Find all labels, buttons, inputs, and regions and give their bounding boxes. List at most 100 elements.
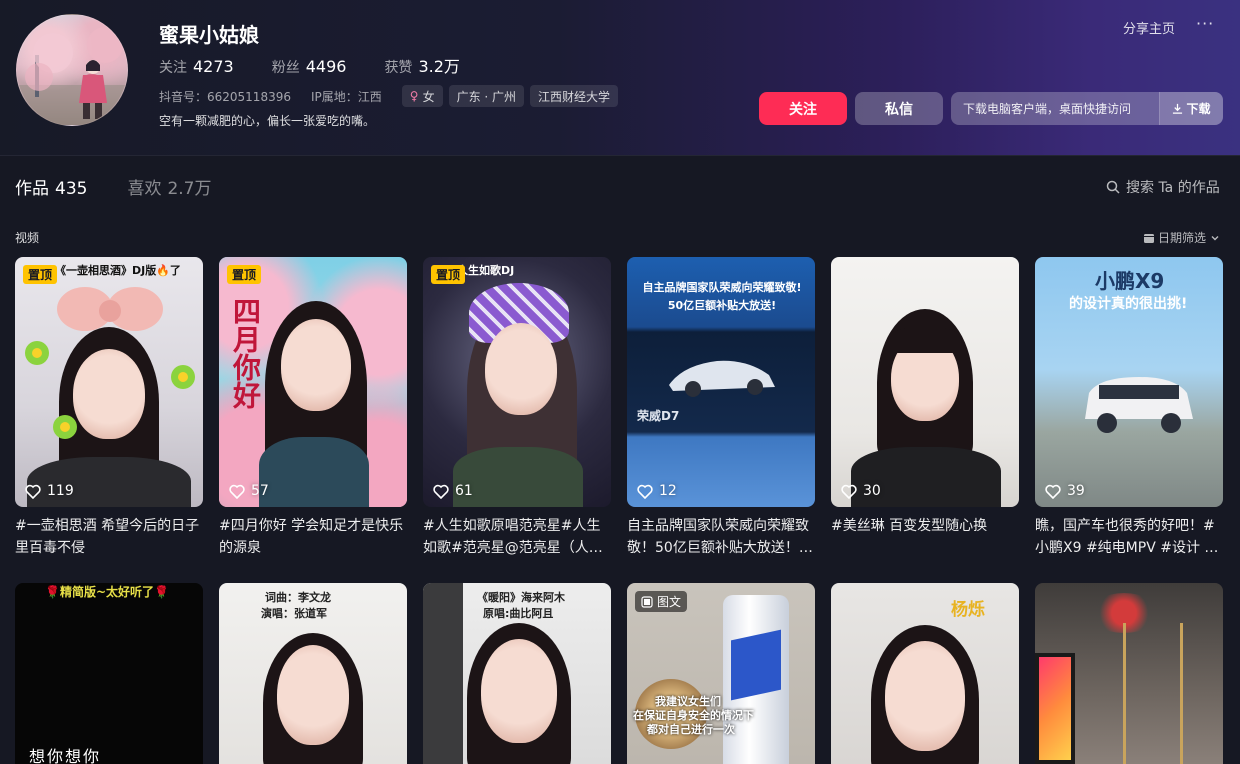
pinned-badge: 置顶 xyxy=(23,265,58,284)
follow-button[interactable]: 关注 xyxy=(759,92,847,125)
video-thumbnail[interactable]: 四月你好 置顶 57 xyxy=(219,257,407,507)
video-caption[interactable]: 瞧，国产车也很秀的好吧！#小鹏X9 #纯电MPV #设计 #小鹏 xyxy=(1035,515,1223,559)
thumb-face xyxy=(73,349,145,439)
video-thumbnail[interactable]: 自主品牌国家队荣威向荣耀致敬! 50亿巨额补贴大放送! 荣威D7 12 xyxy=(627,257,815,507)
download-button[interactable]: 下载 xyxy=(1159,92,1223,125)
thumb-face xyxy=(485,323,557,415)
video-card[interactable] xyxy=(1035,583,1223,764)
video-thumbnail[interactable] xyxy=(1035,583,1223,764)
female-icon: ♀ xyxy=(409,89,419,103)
like-value: 57 xyxy=(251,483,269,499)
stat-following[interactable]: 关注 4273 xyxy=(159,57,234,77)
like-value: 61 xyxy=(455,483,473,499)
stat-value: 4273 xyxy=(193,57,234,76)
date-filter-label: 日期筛选 xyxy=(1158,231,1207,245)
heart-icon xyxy=(1045,484,1061,499)
profile-header: 蜜果小姑娘 关注 4273 粉丝 4496 获赞 3.2万 抖音号：662051… xyxy=(0,0,1240,156)
stat-followers[interactable]: 粉丝 4496 xyxy=(272,57,347,77)
video-thumbnail[interactable]: 人生如歌DJ 置顶 61 xyxy=(423,257,611,507)
like-count: 39 xyxy=(1045,483,1085,499)
video-thumbnail[interactable]: 《一壶相思酒》DJ版🔥了 置顶 119 xyxy=(15,257,203,507)
profile-meta: 抖音号：66205118396 IP属地：江西 ♀ 女 广东 · 广州 江西财经… xyxy=(159,85,624,107)
avatar[interactable] xyxy=(16,14,128,126)
video-thumbnail[interactable]: 杨烁 xyxy=(831,583,1019,764)
thumb-overlay-text: 小鹏X9 xyxy=(1095,269,1165,293)
tab-works[interactable]: 作品 435 xyxy=(15,174,87,199)
video-caption[interactable]: #美丝琳 百变发型随心换 xyxy=(831,515,1019,559)
video-card[interactable]: 词曲：李文龙 演唱：张道军 xyxy=(219,583,407,764)
like-count: 30 xyxy=(841,483,881,499)
thumb-overlay-text: 词曲：李文龙 xyxy=(265,591,331,604)
car-image xyxy=(1079,367,1199,445)
thumb-clothes xyxy=(259,437,369,507)
drink-can xyxy=(723,595,789,764)
thumb-overlay-text: 都对自己进行一次 xyxy=(647,723,735,736)
heart-icon xyxy=(433,484,449,499)
video-thumbnail[interactable]: 🌹精简版~太好听了🌹 想你想你 xyxy=(15,583,203,764)
thumb-overlay-text: 杨烁 xyxy=(951,600,985,620)
heart-icon xyxy=(229,484,245,499)
thumb-overlay-text: 🌹精简版~太好听了🌹 xyxy=(45,585,169,599)
image-post-label: 图文 xyxy=(657,595,682,609)
car-image xyxy=(663,345,783,405)
like-count: 12 xyxy=(637,483,677,499)
video-card[interactable]: 《一壶相思酒》DJ版🔥了 置顶 119 #一壶相思酒 希望今后的日子里百毒不侵 xyxy=(15,257,203,559)
can-graphic xyxy=(731,629,781,701)
door-frame xyxy=(423,583,463,764)
pinned-badge: 置顶 xyxy=(227,265,262,284)
nickname: 蜜果小姑娘 xyxy=(159,23,259,47)
thumb-face xyxy=(481,639,557,743)
tag-gender: ♀ 女 xyxy=(401,85,443,107)
avatar-photo xyxy=(17,27,127,125)
video-card[interactable]: 四月你好 置顶 57 #四月你好 学会知足才是快乐的源泉 xyxy=(219,257,407,559)
tab-likes[interactable]: 喜欢 2.7万 xyxy=(127,174,211,199)
more-options-icon[interactable]: ··· xyxy=(1196,14,1214,33)
date-filter-button[interactable]: 日期筛选 xyxy=(1143,229,1220,246)
video-caption[interactable]: #人生如歌原唱范亮星#人生如歌#范亮星@范亮星（人生如歌原唱） xyxy=(423,515,611,559)
video-thumbnail[interactable]: 《暖阳》海来阿木 原唱:曲比阿且 xyxy=(423,583,611,764)
profile-stats: 关注 4273 粉丝 4496 获赞 3.2万 xyxy=(159,53,498,77)
download-client-text[interactable]: 下载电脑客户端，桌面快捷访问 xyxy=(951,100,1159,117)
thumb-overlay-text: 想你想你 xyxy=(29,747,102,764)
profile-tabs: 作品 435 喜欢 2.7万 xyxy=(15,174,252,199)
video-caption[interactable]: #四月你好 学会知足才是快乐的源泉 xyxy=(219,515,407,559)
douyin-id: 抖音号：66205118396 xyxy=(159,89,291,104)
video-card[interactable]: 自主品牌国家队荣威向荣耀致敬! 50亿巨额补贴大放送! 荣威D7 12 自主品牌… xyxy=(627,257,815,559)
tag-school: 江西财经大学 xyxy=(530,85,619,107)
image-icon xyxy=(641,595,653,608)
download-client-bar[interactable]: 下载电脑客户端，桌面快捷访问 下载 xyxy=(951,92,1223,125)
stat-label: 关注 xyxy=(159,60,187,76)
video-card[interactable]: 我建议女生们 在保证自身安全的情况下 都对自己进行一次 图文 xyxy=(627,583,815,764)
ip-location: IP属地：江西 xyxy=(310,89,382,104)
video-thumbnail[interactable]: 小鹏X9 的设计真的很出挑! 39 xyxy=(1035,257,1223,507)
video-caption[interactable]: 自主品牌国家队荣威向荣耀致敬！50亿巨额补贴大放送！#荣威D7 xyxy=(627,515,815,559)
video-caption[interactable]: #一壶相思酒 希望今后的日子里百毒不侵 xyxy=(15,515,203,559)
thumb-overlay-text: 自主品牌国家队荣威向荣耀致敬! xyxy=(642,281,802,294)
tab-label: 喜欢 xyxy=(127,179,162,199)
thumb-overlay-text: 《一壶相思酒》DJ版🔥了 xyxy=(55,264,181,277)
thumb-face xyxy=(277,645,349,745)
message-button[interactable]: 私信 xyxy=(855,92,943,125)
image-post-badge: 图文 xyxy=(635,591,688,612)
heart-icon xyxy=(25,484,41,499)
thumb-clothes xyxy=(27,457,191,507)
share-profile-button[interactable]: 分享主页 xyxy=(1123,18,1175,37)
tag-location: 广东 · 广州 xyxy=(448,85,525,107)
download-label: 下载 xyxy=(1186,102,1211,116)
stat-value: 4496 xyxy=(305,57,347,76)
video-thumbnail[interactable]: 词曲：李文龙 演唱：张道军 xyxy=(219,583,407,764)
thumb-overlay-text: 原唱:曲比阿且 xyxy=(483,607,554,620)
shelf xyxy=(1123,623,1183,764)
video-thumbnail[interactable]: 我建议女生们 在保证自身安全的情况下 都对自己进行一次 图文 xyxy=(627,583,815,764)
video-card[interactable]: 小鹏X9 的设计真的很出挑! 39 瞧，国产车也很秀的好吧！#小鹏X9 #纯电M… xyxy=(1035,257,1223,559)
video-card[interactable]: 🌹精简版~太好听了🌹 想你想你 xyxy=(15,583,203,764)
video-card[interactable]: 人生如歌DJ 置顶 61 #人生如歌原唱范亮星#人生如歌#范亮星@范亮星（人生如… xyxy=(423,257,611,559)
like-count: 119 xyxy=(25,483,74,499)
video-card[interactable]: 30 #美丝琳 百变发型随心换 xyxy=(831,257,1019,559)
stat-label: 获赞 xyxy=(384,60,413,76)
video-card[interactable]: 《暖阳》海来阿木 原唱:曲比阿且 xyxy=(423,583,611,764)
video-thumbnail[interactable]: 30 xyxy=(831,257,1019,507)
stat-value: 3.2万 xyxy=(418,57,460,76)
search-works-button[interactable]: 搜索 Ta 的作品 xyxy=(1106,177,1220,197)
video-card[interactable]: 杨烁 xyxy=(831,583,1019,764)
